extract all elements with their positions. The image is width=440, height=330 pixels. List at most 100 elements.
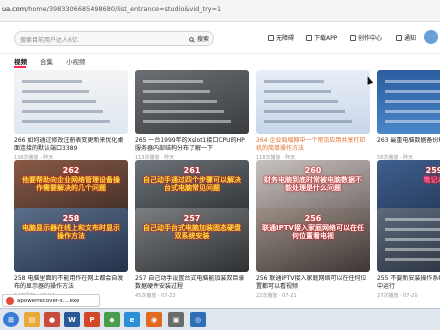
thumbnail-overlay-number: 256 <box>304 214 322 223</box>
video-thumbnail[interactable]: 258 电脑显示器在线上和文布时显示操作方法 <box>14 208 128 272</box>
site-header: 搜索目前用户达人6亿 搜索 无障碍 下载APP 创作中心 通知 <box>0 22 440 54</box>
video-thumbnail[interactable] <box>14 70 128 134</box>
app-icon-orange[interactable]: ◉ <box>146 312 162 327</box>
thumbnail-detail <box>143 110 224 113</box>
nav-notifications[interactable]: 通知 <box>396 33 416 42</box>
phone-icon <box>306 35 312 41</box>
powerpoint-icon[interactable]: P <box>84 312 100 327</box>
thumbnail-detail <box>143 80 203 83</box>
thumbnail-detail <box>22 100 96 103</box>
thumbnail-detail <box>264 80 324 83</box>
thumbnail-detail <box>143 100 217 103</box>
accessibility-icon <box>268 35 274 41</box>
app-icon-gray[interactable]: ▣ <box>168 312 184 327</box>
start-button[interactable]: ⊞ <box>3 312 19 327</box>
download-file-icon <box>6 297 14 305</box>
thumbnail-detail <box>385 248 440 251</box>
taskbar: ⊞ ▤ ● W P ◆ e ◉ ▣ ◎ <box>0 308 440 330</box>
thumbnail-detail <box>22 110 103 113</box>
search-box[interactable]: 搜索目前用户达人6亿 搜索 <box>14 31 214 46</box>
page: { "addressbar": { "host": "ua.com", "pat… <box>0 0 440 330</box>
thumbnail-detail <box>22 90 89 93</box>
tab-short-videos[interactable]: 小视频 <box>66 56 86 66</box>
video-title[interactable]: 266 如何通过修改注册表变更新来优化桌面连接的默认端口3389 <box>14 137 128 153</box>
thumbnail-detail <box>264 110 345 113</box>
video-title[interactable]: 258 电脑里面的不能用作在网上都会自发布的显示器的操作方法 <box>14 275 128 291</box>
address-bar[interactable]: ua.com/home/3983306685498680/list_entran… <box>0 0 440 22</box>
thumbnail-detail <box>385 228 440 231</box>
video-title[interactable]: 263 最重电脑数据备份解决方法 <box>377 137 440 153</box>
thumbnail-detail <box>385 80 440 83</box>
video-title[interactable]: 256 联通IPTV接入家庭网络可以在任何位置都可以看视频 <box>256 275 370 291</box>
thumbnail-overlay-number: 258 <box>62 214 80 223</box>
url-host: ua.com <box>2 5 27 13</box>
thumbnail-overlay-text: 笔记本 <box>423 176 440 184</box>
nav-download-app[interactable]: 下载APP <box>306 33 337 42</box>
nav-accessibility[interactable]: 无障碍 <box>268 33 294 42</box>
thumbnail-overlay-text: 自己动手通过四个步骤可以解决台式电脑常见问题 <box>143 176 241 193</box>
search-icon <box>189 36 195 43</box>
thumbnail-detail <box>385 238 440 241</box>
thumbnail-detail <box>385 120 440 123</box>
thumbnail-detail <box>385 110 440 113</box>
thumbnail-overlay-text: 联通IPTV接入家庭网络可以在任何位置看电视 <box>262 224 364 241</box>
thumbnail-detail <box>22 120 110 123</box>
thumbnail-overlay-text: 自己动手台式电脑加装固态硬盘双系统安装 <box>143 224 241 241</box>
thumbnail-detail <box>385 218 440 221</box>
thumbnail-detail <box>385 90 440 93</box>
video-thumbnail[interactable] <box>135 70 249 134</box>
mouse-cursor <box>364 75 374 85</box>
video-thumbnail[interactable]: 257 自己动手台式电脑加装固态硬盘双系统安装 <box>135 208 249 272</box>
video-title[interactable]: 257 自己动手设置台式电脑能加装双目录数据硬件安装过程 <box>135 275 249 291</box>
video-title[interactable]: 264 企业局域网中一个常见应用共享打印机的简单操作方法 <box>256 137 370 153</box>
thumbnail-overlay-text: 财务电脑到底时常被电脑数据不能处理是什么问题 <box>264 176 362 193</box>
app-icon-red[interactable]: ● <box>44 312 60 327</box>
thumbnail-overlay-number: 259 <box>425 166 440 175</box>
nav-accessibility-label: 无障碍 <box>276 35 295 42</box>
video-meta: 27次播放 · 07-20 <box>377 293 418 299</box>
thumbnail-detail <box>264 100 338 103</box>
tab-collections[interactable]: 合集 <box>40 56 53 66</box>
nav-creator-center[interactable]: 创作中心 <box>350 33 382 42</box>
app-icon-blue[interactable]: ◎ <box>190 312 206 327</box>
download-filename: apowerrecover-s....exe <box>17 298 80 304</box>
nav-download-label: 下载APP <box>314 35 338 42</box>
video-meta: 45次播放 · 07-22 <box>135 293 176 299</box>
thumbnail-detail <box>385 258 440 261</box>
thumbnail-overlay-text: 电脑显示器在线上和文布时显示操作方法 <box>22 224 120 241</box>
thumbnail-overlay-number: 260 <box>304 166 322 175</box>
app-icon-green[interactable]: ◆ <box>104 312 120 327</box>
video-meta: 22次播放 · 07-21 <box>256 293 297 299</box>
thumbnail-overlay-number: 261 <box>183 166 201 175</box>
video-thumbnail[interactable] <box>377 208 440 272</box>
browser-icon[interactable]: e <box>124 312 140 327</box>
explorer-icon[interactable]: ▤ <box>24 312 40 327</box>
nav-notifications-label: 通知 <box>404 35 417 42</box>
avatar[interactable] <box>424 30 438 44</box>
search-input[interactable]: 搜索目前用户达人6亿 <box>20 35 78 44</box>
creator-icon <box>350 35 356 41</box>
search-button-label: 搜索 <box>196 36 209 43</box>
tab-videos[interactable]: 视频 <box>14 56 27 66</box>
video-title[interactable]: 255 不要新安装操作系统RAID1的服务器中运行 <box>377 275 440 291</box>
thumbnail-detail <box>385 100 440 103</box>
download-item[interactable]: apowerrecover-s....exe <box>2 294 100 307</box>
url-text[interactable]: ua.com/home/3983306685498680/list_entran… <box>2 5 221 13</box>
thumbnail-detail <box>143 90 210 93</box>
active-tab-indicator <box>14 66 26 68</box>
thumbnail-overlay-number: 257 <box>183 214 201 223</box>
thumbnail-detail <box>264 120 352 123</box>
video-thumbnail[interactable] <box>377 70 440 134</box>
url-path: /home/3983306685498680/list_entrance=stu… <box>26 5 222 13</box>
video-thumbnail[interactable]: 256 联通IPTV接入家庭网络可以在任何位置看电视 <box>256 208 370 272</box>
thumbnail-detail <box>264 90 331 93</box>
bell-icon <box>396 35 402 41</box>
word-icon[interactable]: W <box>64 312 80 327</box>
thumbnail-detail <box>143 120 231 123</box>
thumbnail-overlay-number: 262 <box>62 166 80 175</box>
thumbnail-detail <box>22 80 82 83</box>
video-thumbnail[interactable] <box>256 70 370 134</box>
search-button[interactable]: 搜索 <box>189 34 209 43</box>
thumbnail-overlay-text: 他要帮助向企业网络管理设备操作需要解决的几个问题 <box>22 176 120 193</box>
video-title[interactable]: 265 一台1999年的Xslot1接口CPU的HP服务器内部结构分布了解一下 <box>135 137 249 153</box>
